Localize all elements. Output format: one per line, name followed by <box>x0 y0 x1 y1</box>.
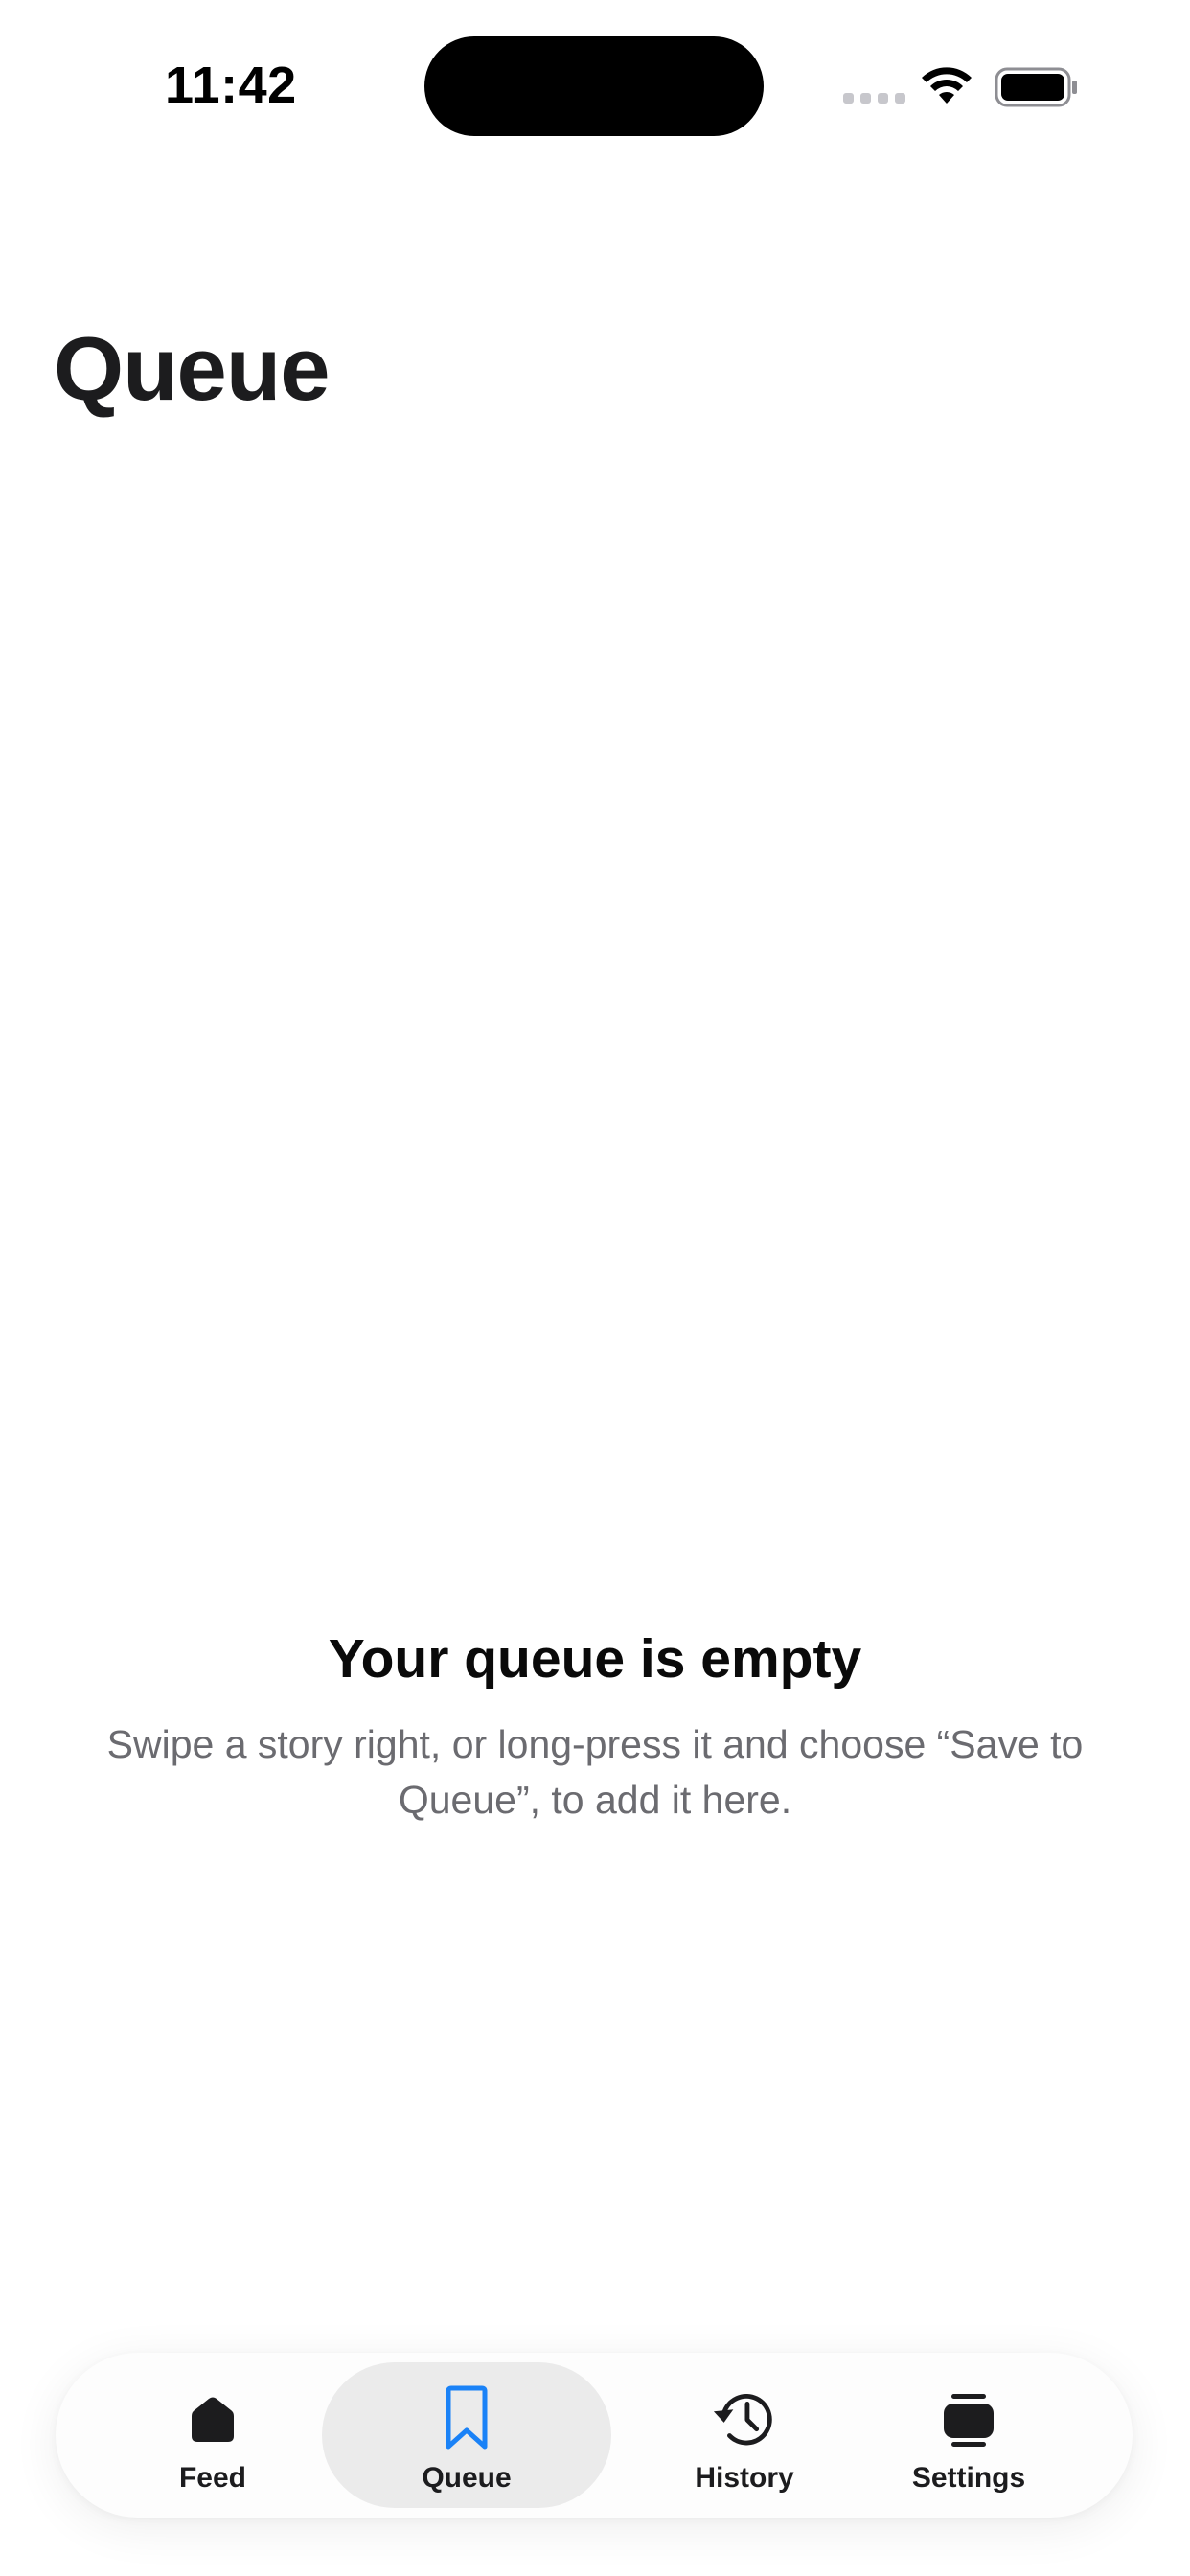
wifi-icon <box>922 67 972 104</box>
tab-label-queue: Queue <box>422 2462 512 2494</box>
dynamic-island <box>424 36 764 136</box>
status-time: 11:42 <box>165 57 297 114</box>
history-icon <box>711 2385 778 2452</box>
empty-state: Your queue is empty Swipe a story right,… <box>0 1629 1190 1828</box>
signal-dots-icon <box>843 93 905 104</box>
tab-history[interactable]: History <box>617 2362 872 2508</box>
tab-queue[interactable]: Queue <box>322 2362 611 2508</box>
tab-label-settings: Settings <box>911 2462 1026 2494</box>
bookmark-icon <box>433 2385 500 2452</box>
empty-state-description: Swipe a story right, or long-press it an… <box>106 1721 1084 1822</box>
home-indicator-area <box>0 2538 1190 2576</box>
tab-bar: Feed Queue History Settings <box>56 2353 1133 2518</box>
tab-label-history: History <box>695 2462 794 2494</box>
tab-feed[interactable]: Feed <box>85 2362 340 2508</box>
home-icon <box>179 2385 246 2452</box>
tab-label-feed: Feed <box>178 2462 247 2494</box>
page-title: Queue <box>54 318 331 419</box>
tab-settings[interactable]: Settings <box>841 2362 1096 2508</box>
battery-icon <box>995 67 1077 107</box>
empty-state-title: Your queue is empty <box>328 1628 862 1690</box>
settings-icon <box>935 2385 1002 2452</box>
status-bar: 11:42 <box>0 0 1190 172</box>
